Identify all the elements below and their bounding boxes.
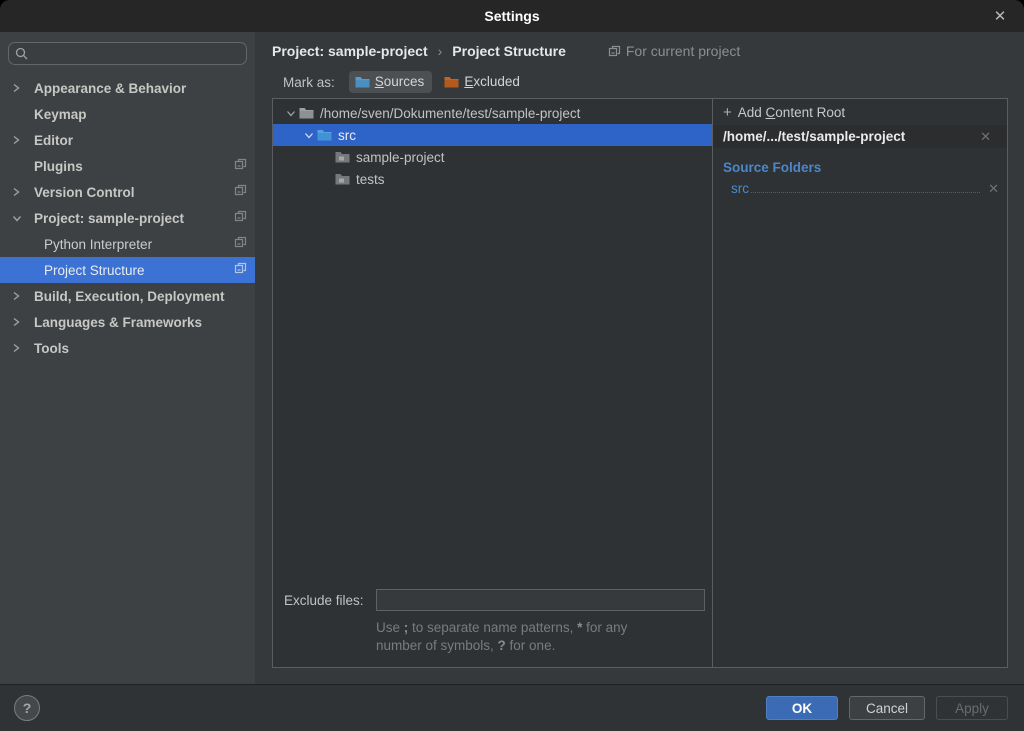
chevron-right-icon bbox=[12, 135, 34, 145]
sidebar-item-python-interpreter[interactable]: Python Interpreter bbox=[0, 231, 255, 257]
folder-icon bbox=[299, 107, 314, 119]
sidebar-item-build-execution-deployment[interactable]: Build, Execution, Deployment bbox=[0, 283, 255, 309]
source-folder-icon bbox=[317, 129, 332, 141]
dialog-footer: ? OK Cancel Apply bbox=[0, 684, 1024, 731]
source-folders-header: Source Folders bbox=[713, 148, 1007, 177]
dialog-title: Settings bbox=[484, 8, 539, 24]
current-project-badge-icon bbox=[234, 236, 247, 252]
ok-button[interactable]: OK bbox=[766, 696, 838, 720]
sidebar-item-tools[interactable]: Tools bbox=[0, 335, 255, 361]
mark-as-label: Mark as: bbox=[283, 75, 335, 90]
chevron-down-icon[interactable] bbox=[301, 131, 317, 140]
breadcrumb-page: Project Structure bbox=[452, 43, 566, 59]
main-panel: Project: sample-project › Project Struct… bbox=[255, 32, 1024, 684]
remove-content-root-icon[interactable]: ✕ bbox=[974, 129, 997, 145]
exclude-files-hint: Use ; to separate name patterns, * for a… bbox=[376, 619, 706, 655]
exclude-files-label: Exclude files: bbox=[284, 593, 376, 608]
chevron-right-icon bbox=[12, 291, 34, 301]
folder-icon bbox=[335, 151, 350, 163]
sidebar-item-project-sample-project[interactable]: Project: sample-project bbox=[0, 205, 255, 231]
chevron-right-icon bbox=[12, 317, 34, 327]
chevron-down-icon bbox=[12, 214, 34, 223]
for-current-project-note: For current project bbox=[608, 43, 740, 59]
current-project-badge-icon bbox=[234, 158, 247, 174]
add-content-root-button[interactable]: + Add Content Root bbox=[713, 99, 1007, 125]
tree-row-src[interactable]: src bbox=[273, 124, 712, 146]
title-bar: Settings ✕ bbox=[0, 0, 1024, 32]
source-folder-item[interactable]: src ✕ bbox=[713, 177, 1007, 197]
content-root-details: + Add Content Root /home/.../test/sample… bbox=[713, 99, 1007, 667]
current-project-badge-icon bbox=[234, 184, 247, 200]
source-folder-name: src bbox=[731, 181, 749, 196]
mark-as-toolbar: Mark as: Sources Excluded bbox=[255, 66, 1024, 98]
chevron-down-icon[interactable] bbox=[283, 109, 299, 118]
folder-icon bbox=[335, 173, 350, 185]
settings-nav: Appearance & Behavior Keymap Editor Plug… bbox=[0, 75, 255, 361]
breadcrumb-project[interactable]: Project: sample-project bbox=[272, 43, 428, 59]
structure-panels: /home/sven/Dokumente/test/sample-project… bbox=[272, 98, 1008, 668]
tree-row-content-root[interactable]: /home/sven/Dokumente/test/sample-project bbox=[273, 102, 712, 124]
cancel-button[interactable]: Cancel bbox=[849, 696, 925, 720]
apply-button[interactable]: Apply bbox=[936, 696, 1008, 720]
close-icon[interactable]: ✕ bbox=[986, 0, 1014, 32]
content-root-path: /home/.../test/sample-project bbox=[723, 129, 974, 144]
chevron-right-icon bbox=[12, 343, 34, 353]
search-icon bbox=[15, 47, 28, 60]
sidebar-item-languages-frameworks[interactable]: Languages & Frameworks bbox=[0, 309, 255, 335]
remove-source-folder-icon[interactable]: ✕ bbox=[982, 181, 1005, 197]
exclude-files-input[interactable] bbox=[376, 589, 705, 611]
sources-folder-icon bbox=[355, 76, 370, 88]
sidebar-item-editor[interactable]: Editor bbox=[0, 127, 255, 153]
sidebar-item-project-structure[interactable]: Project Structure bbox=[0, 257, 255, 283]
breadcrumb: Project: sample-project › Project Struct… bbox=[255, 32, 1024, 66]
search-input[interactable] bbox=[33, 46, 240, 61]
chevron-right-icon bbox=[12, 187, 34, 197]
current-project-badge-icon bbox=[234, 262, 247, 278]
dotted-leader bbox=[751, 192, 980, 193]
plus-icon: + bbox=[723, 104, 732, 121]
excluded-folder-icon bbox=[444, 76, 459, 88]
chevron-right-icon bbox=[12, 83, 34, 93]
settings-sidebar: Appearance & Behavior Keymap Editor Plug… bbox=[0, 32, 255, 684]
content-root-tree: /home/sven/Dokumente/test/sample-project… bbox=[273, 99, 713, 667]
sidebar-item-plugins[interactable]: Plugins bbox=[0, 153, 255, 179]
current-project-badge-icon bbox=[608, 45, 621, 58]
breadcrumb-separator: › bbox=[438, 43, 443, 59]
tree-row-tests[interactable]: tests bbox=[273, 168, 712, 190]
help-button[interactable]: ? bbox=[14, 695, 40, 721]
exclude-files-section: Exclude files: Use ; to separate name pa… bbox=[273, 589, 712, 667]
mark-excluded-button[interactable]: Excluded bbox=[438, 71, 528, 93]
sidebar-item-keymap[interactable]: Keymap bbox=[0, 101, 255, 127]
search-box[interactable] bbox=[8, 42, 247, 65]
settings-dialog: Settings ✕ Appearance & Behavior Keymap bbox=[0, 0, 1024, 731]
tree-row-sample-project[interactable]: sample-project bbox=[273, 146, 712, 168]
sidebar-item-appearance-behavior[interactable]: Appearance & Behavior bbox=[0, 75, 255, 101]
mark-sources-button[interactable]: Sources bbox=[349, 71, 433, 93]
sidebar-item-version-control[interactable]: Version Control bbox=[0, 179, 255, 205]
content-root-item[interactable]: /home/.../test/sample-project ✕ bbox=[713, 125, 1007, 148]
current-project-badge-icon bbox=[234, 210, 247, 226]
